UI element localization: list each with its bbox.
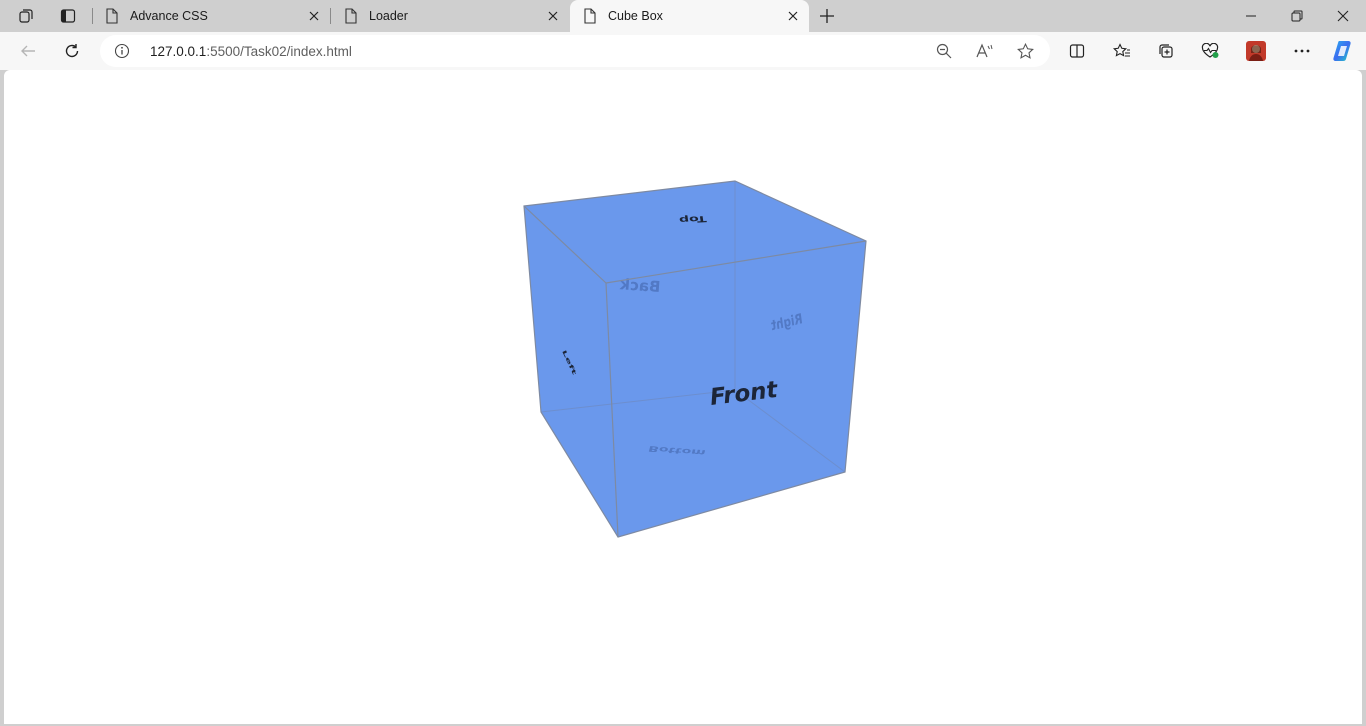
back-arrow-icon[interactable] (13, 37, 43, 65)
restore-icon[interactable] (1274, 0, 1320, 32)
star-icon[interactable] (1011, 39, 1039, 63)
window-close-icon[interactable] (1320, 0, 1366, 32)
page-viewport: Back Right Bottom Top Left Front (4, 70, 1362, 724)
workspaces-icon[interactable] (12, 4, 40, 28)
url-text[interactable]: 127.0.0.1:5500/Task02/index.html (150, 44, 352, 59)
tab-cube-box[interactable]: Cube Box (570, 0, 809, 32)
more-icon[interactable] (1287, 37, 1317, 65)
page-icon (343, 8, 359, 24)
url-path: :5500/Task02/index.html (206, 44, 352, 59)
zoom-out-icon[interactable] (930, 39, 958, 63)
plus-icon[interactable] (813, 4, 841, 28)
close-icon[interactable] (781, 4, 805, 28)
browser-essentials-icon[interactable] (1195, 37, 1225, 65)
copilot-icon[interactable] (1328, 37, 1358, 65)
close-icon[interactable] (302, 4, 326, 28)
read-aloud-icon[interactable] (971, 39, 999, 63)
split-screen-icon[interactable] (1062, 37, 1092, 65)
url-host: 127.0.0.1 (150, 44, 207, 59)
page-icon (582, 8, 598, 24)
tab-advance-css[interactable]: Advance CSS (92, 0, 330, 32)
tab-title: Loader (369, 9, 408, 23)
info-icon[interactable] (114, 43, 130, 59)
favorites-icon[interactable] (1107, 37, 1137, 65)
minimize-icon[interactable] (1228, 0, 1274, 32)
refresh-icon[interactable] (57, 37, 87, 65)
address-bar[interactable]: 127.0.0.1:5500/Task02/index.html (100, 35, 1050, 67)
cube-3d: Back Right Bottom Top Left Front (523, 180, 867, 538)
tab-actions-icon[interactable] (54, 4, 82, 28)
cube-label-top: Top (678, 214, 707, 226)
browser-toolbar: 127.0.0.1:5500/Task02/index.html (0, 32, 1366, 70)
collections-icon[interactable] (1151, 37, 1181, 65)
tab-loader[interactable]: Loader (331, 0, 569, 32)
cube-label-back: Back (618, 275, 661, 296)
profile-avatar[interactable] (1241, 37, 1271, 65)
page-icon (104, 8, 120, 24)
tab-title: Cube Box (608, 9, 663, 23)
tab-strip: Advance CSS Loader Cube Box (0, 0, 1366, 32)
tab-title: Advance CSS (130, 9, 208, 23)
close-icon[interactable] (541, 4, 565, 28)
